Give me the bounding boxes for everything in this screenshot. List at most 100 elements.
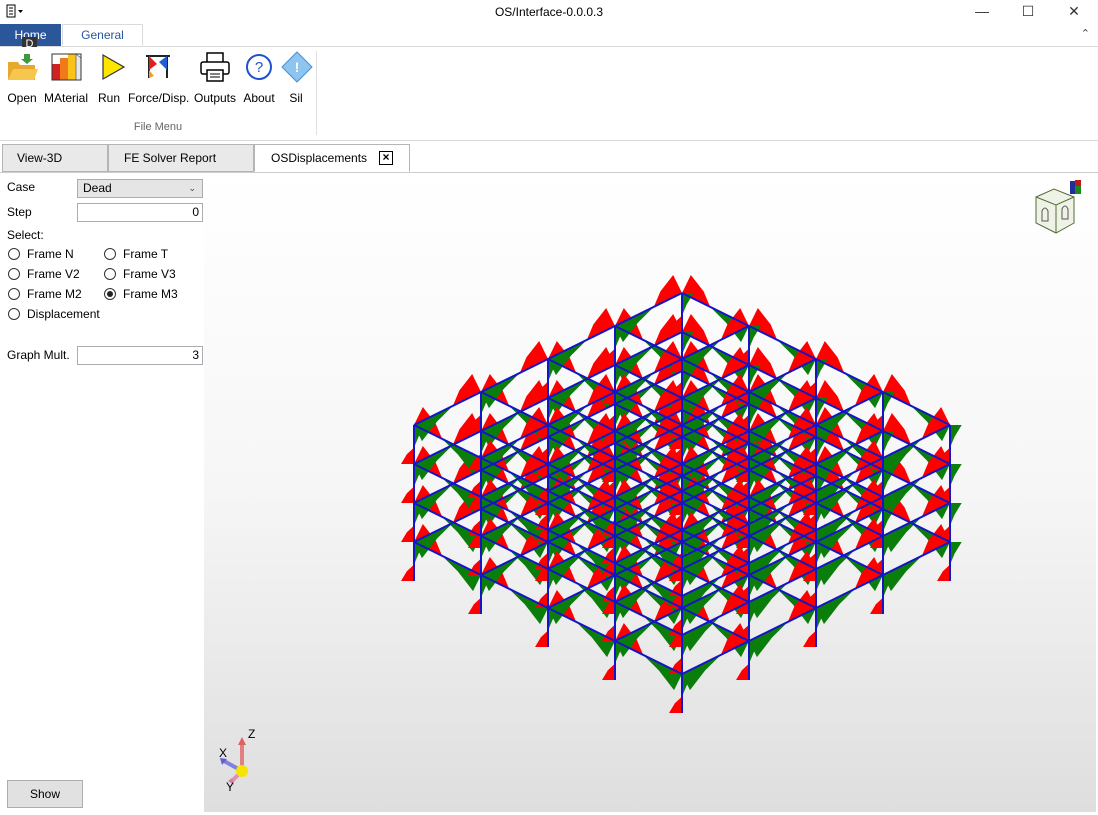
info-diamond-icon: ! — [281, 51, 313, 83]
moment-diagram-positive — [653, 275, 682, 307]
moment-diagram-negative — [548, 339, 587, 376]
moment-diagram-positive — [401, 525, 414, 542]
close-button[interactable]: ✕ — [1051, 0, 1097, 24]
printer-icon — [200, 52, 230, 82]
moment-diagram-negative — [816, 549, 855, 586]
step-label: Step — [7, 205, 32, 219]
radio-frame-n[interactable]: Frame N — [8, 247, 74, 261]
radio-displacement-label: Displacement — [27, 307, 100, 321]
group-divider — [316, 51, 317, 135]
structure-frame-diagram — [401, 275, 962, 713]
moment-diagram-negative — [481, 372, 520, 409]
moment-diagram-negative — [883, 516, 922, 553]
radio-frame-t[interactable]: Frame T — [104, 247, 168, 261]
run-button[interactable]: Run — [96, 50, 126, 105]
minimize-button[interactable]: — — [959, 0, 1005, 24]
moment-diagram-positive — [519, 341, 548, 373]
about-label: About — [243, 91, 275, 105]
graph-mult-label: Graph Mult. — [7, 348, 70, 362]
moment-diagram-negative — [548, 588, 587, 625]
moment-diagram-negative — [414, 483, 453, 520]
radio-dot — [8, 248, 20, 260]
folder-open-icon — [8, 54, 38, 80]
step-input[interactable]: 0 — [77, 203, 203, 222]
radio-frame-m2-label: Frame M2 — [27, 287, 82, 301]
radio-frame-v2-label: Frame V2 — [27, 267, 80, 281]
show-button[interactable]: Show — [7, 780, 83, 808]
moment-diagram-negative — [481, 555, 520, 592]
moment-diagram-positive — [401, 486, 414, 503]
options-panel: Case Dead ⌄ Step 0 Select: Frame N Frame… — [0, 173, 203, 815]
tab-os-displacements[interactable]: OSDisplacements × — [254, 144, 410, 172]
force-disp-button[interactable]: Force/Disp. — [128, 50, 189, 105]
moment-diagram-positive — [736, 663, 749, 680]
moment-diagram-positive — [803, 630, 816, 647]
radio-dot — [8, 288, 20, 300]
radio-dot — [104, 248, 116, 260]
tab-os-displacements-label: OSDisplacements — [271, 151, 368, 165]
moment-diagram-negative — [816, 588, 855, 625]
ribbon-tab-bar: Home D General ⌃ — [0, 24, 1098, 52]
moment-diagram-positive — [870, 597, 883, 614]
document-tab-bar: View-3D FE Solver Report OSDisplacements… — [0, 141, 1098, 173]
close-tab-icon[interactable]: × — [379, 151, 393, 165]
moment-diagram-negative — [615, 582, 654, 619]
moment-diagram-negative — [481, 516, 520, 553]
svg-text:!: ! — [295, 59, 300, 75]
help-icon: ? — [246, 54, 272, 80]
case-dropdown[interactable]: Dead ⌄ — [77, 179, 203, 198]
radio-displacement[interactable]: Displacement — [8, 307, 100, 321]
radio-frame-m3[interactable]: Frame M3 — [104, 287, 178, 301]
moment-diagram-positive — [401, 564, 414, 581]
tab-view-3d-label: View-3D — [17, 151, 63, 165]
outputs-button[interactable]: Outputs — [193, 50, 237, 105]
view-cube-icon[interactable] — [1028, 179, 1082, 239]
radio-frame-v3[interactable]: Frame V3 — [104, 267, 176, 281]
axis-z-label: Z — [248, 727, 255, 741]
sil-label: Sil — [289, 91, 303, 105]
moment-diagram-positive — [586, 308, 615, 340]
material-chart-icon — [51, 53, 82, 81]
open-label: Open — [7, 91, 37, 105]
graph-mult-input[interactable]: 3 — [77, 346, 203, 365]
axis-y-label: Y — [226, 780, 234, 794]
ribbon-panel: Open MAterial Run Force/Disp. Outputs ? … — [0, 47, 1098, 141]
moment-diagram-negative — [950, 464, 962, 487]
moment-diagram-positive — [669, 696, 682, 713]
window-title: OS/Interface-0.0.0.3 — [494, 5, 604, 19]
moment-diagram-negative — [950, 542, 962, 565]
sil-button[interactable]: ! Sil — [280, 50, 313, 105]
moment-diagram-positive — [468, 597, 481, 614]
moment-diagram-positive — [602, 663, 615, 680]
collapse-ribbon-icon[interactable]: ⌃ — [1081, 27, 1090, 40]
tab-fe-solver-report[interactable]: FE Solver Report — [108, 144, 254, 172]
axis-x-label: X — [219, 746, 227, 760]
radio-frame-v2[interactable]: Frame V2 — [8, 267, 80, 281]
chevron-down-icon: ⌄ — [188, 183, 196, 193]
moment-diagram-positive — [535, 630, 548, 647]
axis-triad-icon: Z X Y — [219, 727, 255, 794]
moment-diagram-negative — [883, 555, 922, 592]
radio-dot — [104, 268, 116, 280]
file-menu-group-label: File Menu — [133, 121, 183, 133]
tab-general[interactable]: General — [62, 24, 143, 46]
radio-dot — [8, 268, 20, 280]
select-label: Select: — [7, 228, 44, 242]
moment-diagram-negative — [414, 444, 453, 481]
open-button[interactable]: Open — [4, 50, 40, 105]
material-button[interactable]: MAterial — [43, 50, 89, 105]
force-disp-icon — [146, 55, 170, 78]
moment-diagram-negative — [414, 405, 453, 442]
moment-diagram-positive — [401, 447, 414, 464]
moment-diagram-negative — [749, 621, 788, 658]
maximize-button[interactable]: ☐ — [1005, 0, 1051, 24]
about-button[interactable]: ? About — [241, 50, 277, 105]
moment-diagram-negative — [950, 425, 962, 448]
radio-dot-selected — [104, 288, 116, 300]
3d-viewport[interactable]: Z X Y — [204, 173, 1096, 812]
svg-text:?: ? — [255, 59, 263, 76]
case-value: Dead — [83, 181, 112, 195]
tab-view-3d[interactable]: View-3D — [2, 144, 108, 172]
radio-frame-m2[interactable]: Frame M2 — [8, 287, 82, 301]
moment-diagram-negative — [950, 503, 962, 526]
